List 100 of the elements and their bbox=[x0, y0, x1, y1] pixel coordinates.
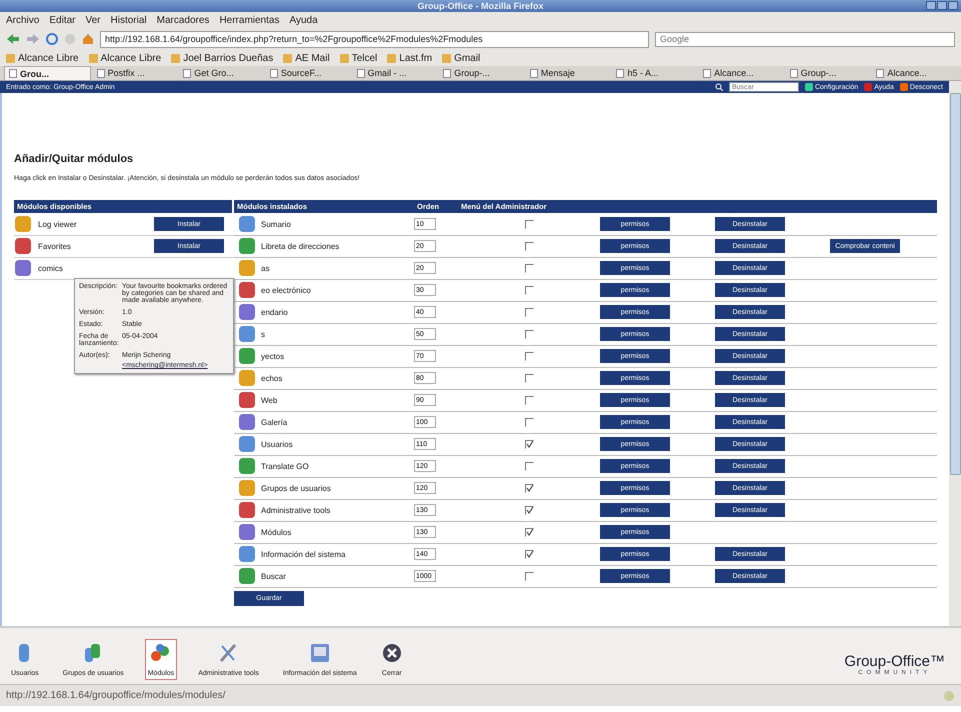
page-icon bbox=[9, 69, 17, 78]
minimize-icon[interactable] bbox=[926, 1, 936, 10]
checkbox[interactable] bbox=[524, 484, 534, 492]
checkbox[interactable] bbox=[524, 264, 534, 272]
module-name: Galería bbox=[261, 418, 288, 426]
browser-tab[interactable]: Group-... bbox=[786, 66, 870, 80]
browser-tab[interactable]: h5 - A... bbox=[612, 66, 698, 80]
search-icon[interactable] bbox=[714, 83, 723, 91]
menu-item[interactable]: Herramientas bbox=[219, 14, 280, 26]
link-icon bbox=[804, 83, 813, 91]
bookmark-link[interactable]: Joel Barrios Dueñas bbox=[183, 52, 274, 64]
module-name: s bbox=[261, 330, 265, 338]
window-title: Group-Office - Mozilla Firefox bbox=[417, 1, 544, 11]
module-name: Grupos de usuarios bbox=[261, 484, 331, 492]
module-icon bbox=[238, 479, 256, 497]
checkbox[interactable] bbox=[524, 352, 534, 360]
bookmark-icon bbox=[171, 54, 180, 62]
checkbox[interactable] bbox=[524, 308, 534, 316]
module-icon bbox=[238, 281, 256, 299]
blocks-icon bbox=[150, 642, 172, 664]
bookmark-icon bbox=[387, 54, 396, 62]
checkbox[interactable] bbox=[524, 550, 534, 558]
module-name: Administrative tools bbox=[261, 506, 330, 514]
page-heading: Añadir/Quitar módulos bbox=[14, 153, 134, 165]
module-name: Libreta de direcciones bbox=[261, 242, 340, 250]
checkbox[interactable] bbox=[524, 506, 534, 514]
browser-tab[interactable]: Mensaje bbox=[526, 66, 610, 80]
module-icon bbox=[238, 545, 256, 563]
module-icon bbox=[238, 237, 256, 255]
page-icon bbox=[270, 68, 278, 78]
bookmark-link[interactable]: Alcance Libre bbox=[100, 52, 162, 64]
module-icon bbox=[238, 501, 256, 519]
module-icon bbox=[14, 237, 32, 255]
module-icon bbox=[238, 303, 256, 321]
checkbox[interactable] bbox=[524, 418, 534, 426]
close-icon[interactable] bbox=[948, 1, 958, 10]
bookmark-icon bbox=[340, 54, 349, 62]
checkbox[interactable] bbox=[524, 286, 534, 294]
menu-item[interactable]: Archivo bbox=[6, 14, 40, 26]
checkbox[interactable] bbox=[524, 462, 534, 470]
maximize-icon[interactable] bbox=[937, 1, 947, 10]
checkbox[interactable] bbox=[524, 440, 534, 448]
page-icon bbox=[96, 68, 105, 78]
reload-icon[interactable] bbox=[46, 33, 58, 45]
module-name: Translate GO bbox=[261, 462, 309, 470]
bookmark-link[interactable]: AE Mail bbox=[295, 52, 330, 64]
browser-tab[interactable]: Group-... bbox=[439, 66, 524, 80]
bookmark-link[interactable]: Gmail bbox=[454, 52, 480, 64]
checkbox[interactable] bbox=[524, 330, 534, 338]
module-name: comics bbox=[38, 264, 63, 272]
menu-item[interactable]: Marcadores bbox=[156, 14, 210, 26]
checkbox[interactable] bbox=[524, 572, 534, 580]
search-field[interactable]: Google bbox=[655, 32, 955, 46]
module-name: eo electrónico bbox=[261, 286, 311, 294]
module-name: yectos bbox=[261, 352, 284, 360]
page-icon bbox=[443, 68, 452, 78]
page-icon bbox=[183, 68, 192, 78]
page-icon bbox=[790, 68, 798, 78]
menu-item[interactable]: Ayuda bbox=[289, 14, 318, 26]
bookmark-icon bbox=[88, 54, 98, 62]
bookmark-link[interactable]: Telcel bbox=[352, 52, 378, 64]
page-icon bbox=[616, 68, 624, 78]
logo-name: Group-Office™ bbox=[844, 653, 945, 670]
checkbox[interactable] bbox=[524, 528, 534, 536]
module-icon bbox=[14, 259, 32, 277]
menu-item[interactable]: Ver bbox=[85, 14, 100, 26]
browser-tab[interactable]: SourceF... bbox=[266, 66, 351, 80]
browser-tab[interactable]: Postfix ... bbox=[92, 66, 178, 80]
browser-tab[interactable]: Alcance... bbox=[872, 66, 958, 80]
browser-tab[interactable]: Alcance... bbox=[699, 66, 784, 80]
menu-item[interactable]: Historial bbox=[110, 14, 147, 26]
bookmark-link[interactable]: Alcance Libre bbox=[18, 52, 79, 64]
menu-item[interactable]: Editar bbox=[49, 14, 76, 26]
browser-tab[interactable]: Gmail - ... bbox=[352, 66, 438, 80]
module-icon bbox=[238, 523, 256, 541]
browser-tab[interactable]: Get Gro... bbox=[179, 66, 264, 80]
checkbox[interactable] bbox=[524, 220, 534, 228]
checkbox[interactable] bbox=[524, 242, 534, 250]
module-icon bbox=[238, 435, 256, 453]
bookmark-link[interactable]: Last.fm bbox=[399, 52, 432, 64]
bookmark-icon bbox=[283, 54, 292, 62]
module-icon bbox=[238, 325, 256, 343]
monitor-icon bbox=[308, 642, 331, 664]
close-icon bbox=[380, 642, 403, 664]
page-icon bbox=[876, 68, 884, 78]
checkbox[interactable] bbox=[524, 374, 534, 382]
bookmark-icon bbox=[6, 54, 15, 62]
module-icon bbox=[238, 567, 256, 585]
module-icon bbox=[14, 215, 32, 233]
page-icon bbox=[356, 68, 365, 78]
module-name: Log viewer bbox=[38, 220, 77, 228]
back-arrow-icon[interactable] bbox=[6, 33, 20, 45]
module-icon bbox=[238, 413, 256, 431]
module-name: Buscar bbox=[261, 572, 286, 580]
module-name: endario bbox=[261, 308, 288, 316]
status-icon bbox=[943, 690, 955, 702]
checkbox[interactable] bbox=[524, 396, 534, 404]
address-bar[interactable]: http://192.168.1.64/groupoffice/index.php?return_to=%2Fgroupoffice%2Fmodules%2Fmodules bbox=[100, 30, 649, 48]
browser-tab[interactable]: Grou... bbox=[4, 66, 91, 80]
module-name: Sumario bbox=[261, 220, 291, 228]
